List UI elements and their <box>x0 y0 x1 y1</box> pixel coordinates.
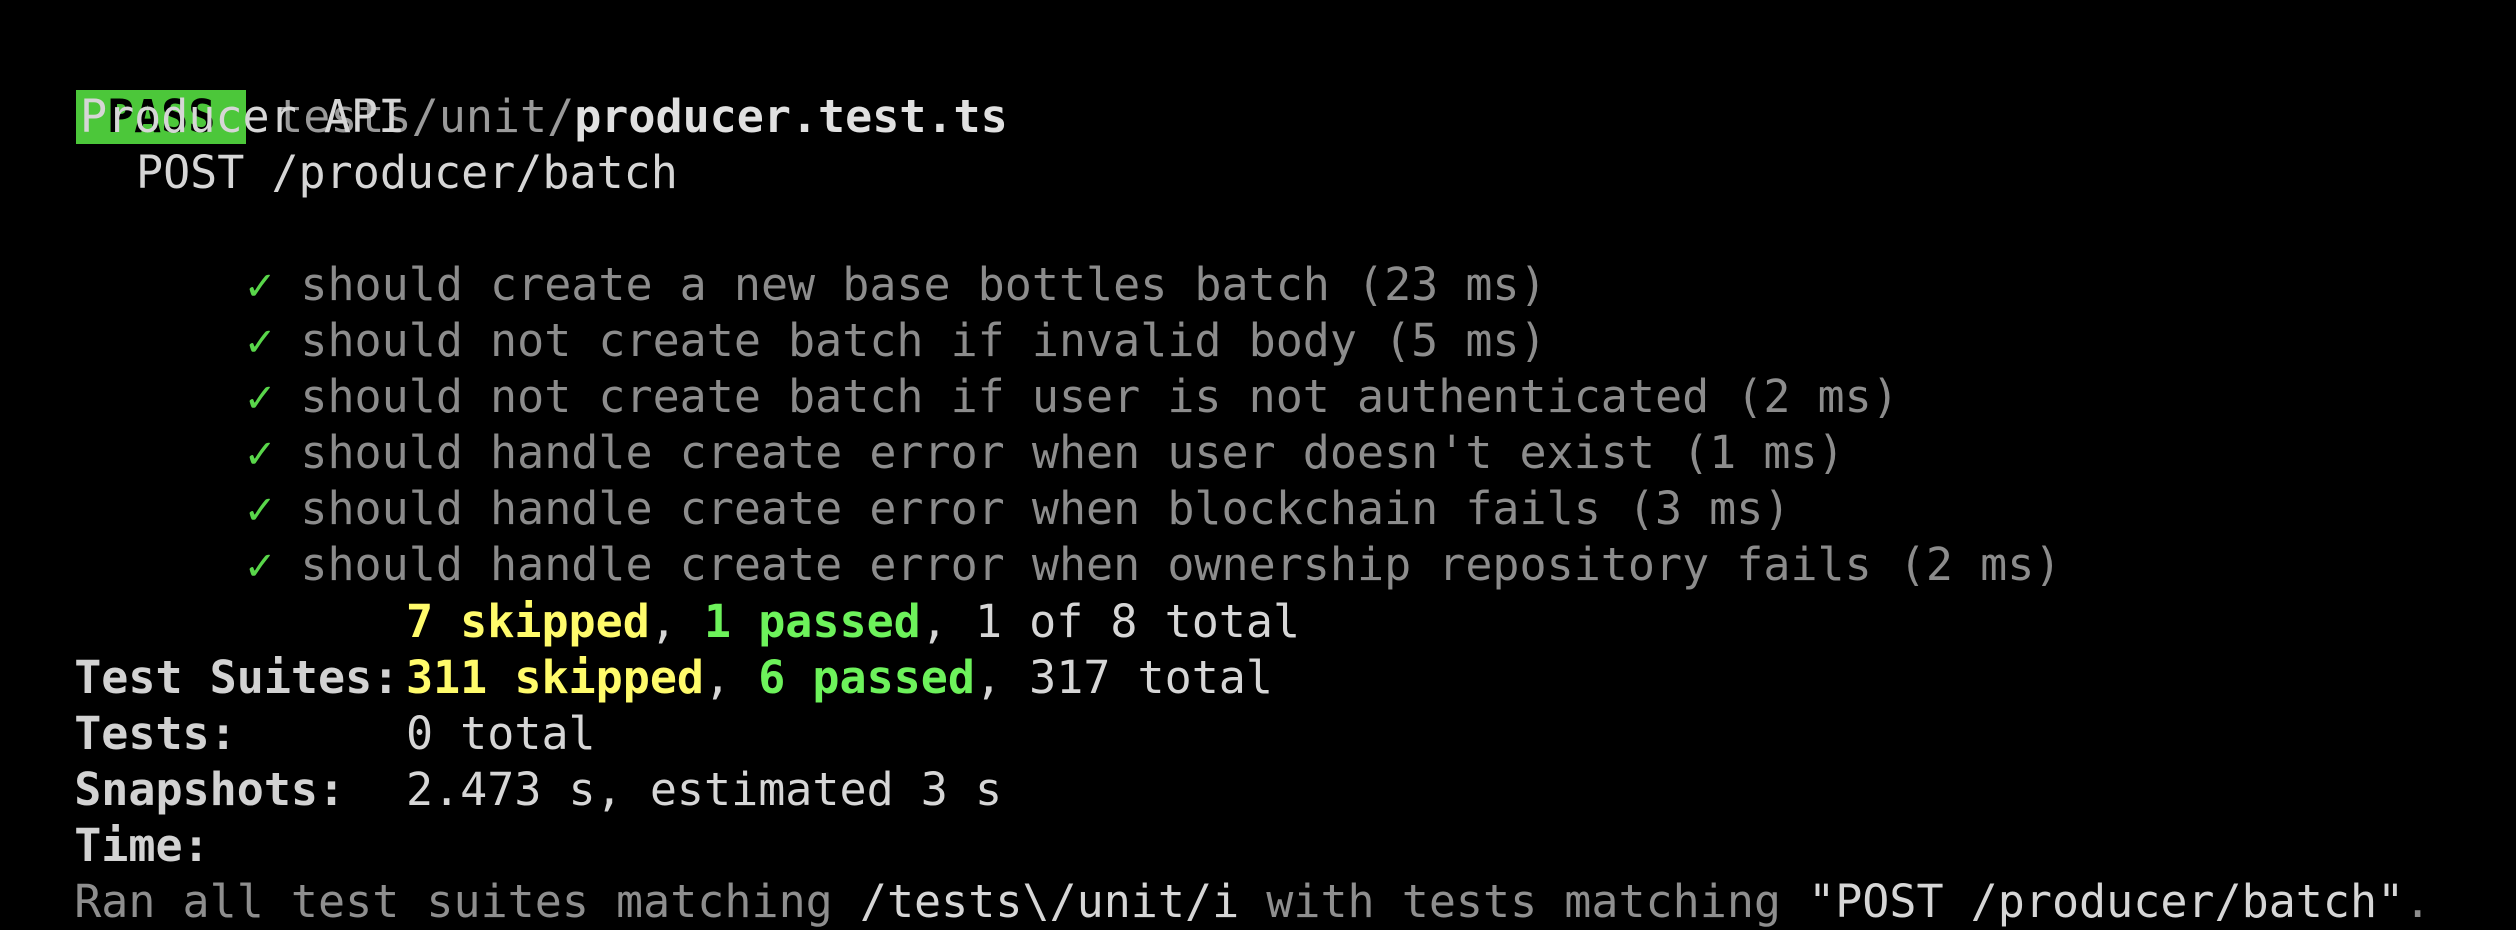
path-pattern: /tests\/unit/i <box>859 875 1240 928</box>
test-result-row: ✓ should handle create error when blockc… <box>192 425 1790 535</box>
skipped-count: 7 skipped <box>406 595 650 648</box>
passed-count: 6 passed <box>758 651 975 704</box>
test-result-row: ✓ should handle create error when user d… <box>192 369 1844 479</box>
skipped-count: 311 skipped <box>406 651 705 704</box>
test-name-pattern: "POST /producer/batch" <box>1808 875 2405 928</box>
summary-test-suites: Test Suites: 7 skipped, 1 passed, 1 of 8… <box>74 595 1301 704</box>
test-file-name: producer.test.ts <box>574 90 1008 143</box>
test-result-row: ✓ should handle create error when owners… <box>192 481 2061 591</box>
summary-tests: Tests: 311 skipped, 6 passed, 317 total <box>74 651 1273 760</box>
total-count: , 317 total <box>974 651 1273 704</box>
passed-count: 1 passed <box>704 595 921 648</box>
summary-time: Time: 2.473 s, estimated 3 s <box>20 762 2420 872</box>
snapshots-value: 0 total <box>406 707 596 760</box>
test-result-row: ✓ should create a new base bottles batch… <box>192 201 1546 311</box>
test-name: should handle create error when ownershi… <box>300 538 2062 591</box>
test-file-header: PASS tests/unit/producer.test.ts <box>0 33 1008 144</box>
describe-producer-api: Producer API <box>80 90 406 143</box>
summary-snapshots: Snapshots: 0 total <box>20 706 2420 816</box>
check-icon: ✓ <box>246 538 274 591</box>
describe-post-batch: POST /producer/batch <box>136 146 678 199</box>
total-count: , 1 of 8 total <box>920 595 1301 648</box>
ran-all-message: Ran all test suites matching /tests\/uni… <box>74 875 2432 928</box>
terminal-window: { "header": { "status": "PASS", "path_di… <box>0 0 2516 928</box>
test-result-row: ✓ should not create batch if invalid bod… <box>192 257 1546 367</box>
test-result-row: ✓ should not create batch if user is not… <box>192 313 1899 423</box>
time-value: 2.473 s, estimated 3 s <box>406 763 1003 816</box>
